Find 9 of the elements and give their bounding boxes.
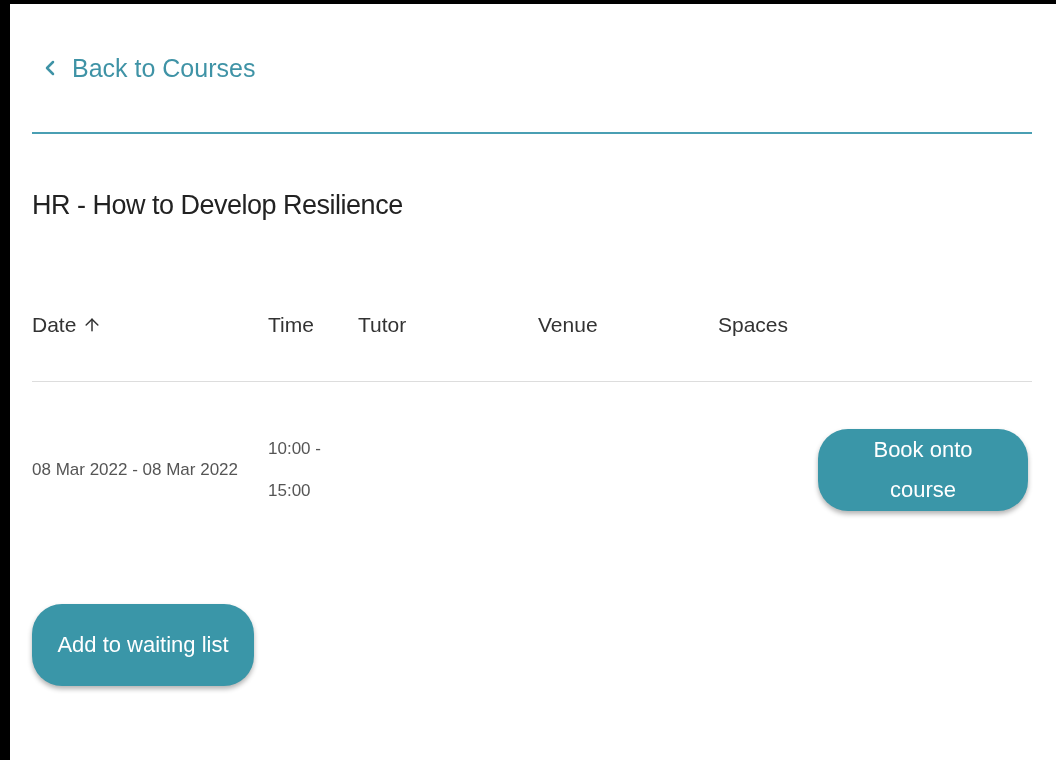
column-header[interactable]: Spaces xyxy=(718,313,789,337)
date-cell-text: 08 Mar 2022 - 08 Mar 2022 xyxy=(32,459,238,481)
course-title: HR - How to Develop Resilience xyxy=(32,190,404,221)
column-header[interactable]: Tutor xyxy=(358,313,407,337)
back-link[interactable]: Back to Courses xyxy=(38,53,256,83)
column-header[interactable]: Time xyxy=(268,313,314,337)
column-header[interactable]: Venue xyxy=(538,313,598,337)
time-cell-text: 10:00 - 15:00 xyxy=(268,438,322,502)
column-header[interactable]: Date xyxy=(32,313,103,337)
